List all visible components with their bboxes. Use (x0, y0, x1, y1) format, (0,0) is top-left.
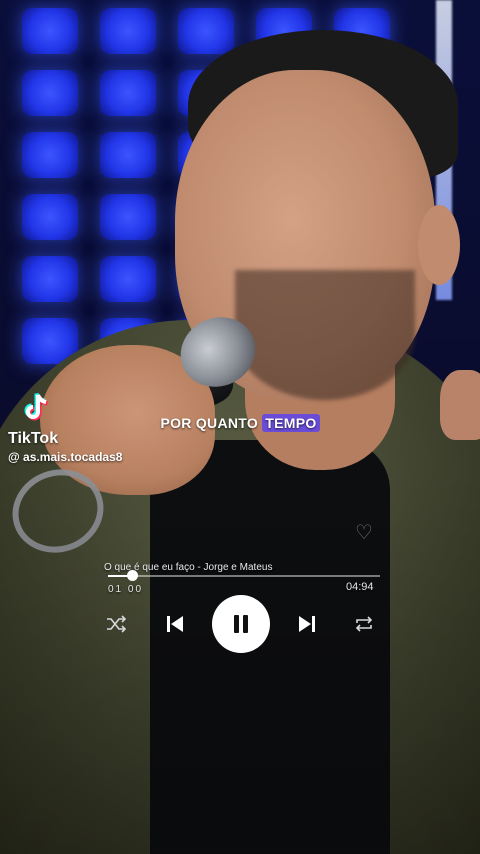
repeat-button[interactable] (352, 612, 376, 636)
pause-icon (234, 615, 248, 633)
pause-button[interactable] (212, 595, 270, 653)
lyric-caption: POR QUANTO TEMPO (0, 414, 480, 432)
repeat-icon (355, 616, 373, 632)
progress-bar[interactable] (108, 570, 380, 581)
caption-highlight: TEMPO (262, 414, 320, 432)
current-time: 01 00 (108, 584, 144, 595)
caption-text: POR QUANTO (160, 415, 263, 431)
video-frame[interactable]: ♡ POR QUANTO TEMPO TikTok @ as.mais.toca… (0, 0, 480, 854)
tiktok-brand-label: TikTok (8, 430, 59, 447)
tiktok-logo-icon (24, 392, 48, 421)
creator-handle[interactable]: @ as.mais.tocadas8 (8, 450, 122, 464)
shuffle-icon (107, 615, 127, 633)
total-time: 04:94 (346, 581, 374, 593)
shuffle-button[interactable] (104, 612, 128, 636)
next-icon (299, 616, 315, 632)
next-button[interactable] (294, 611, 320, 637)
previous-icon (167, 616, 183, 632)
previous-button[interactable] (162, 611, 188, 637)
